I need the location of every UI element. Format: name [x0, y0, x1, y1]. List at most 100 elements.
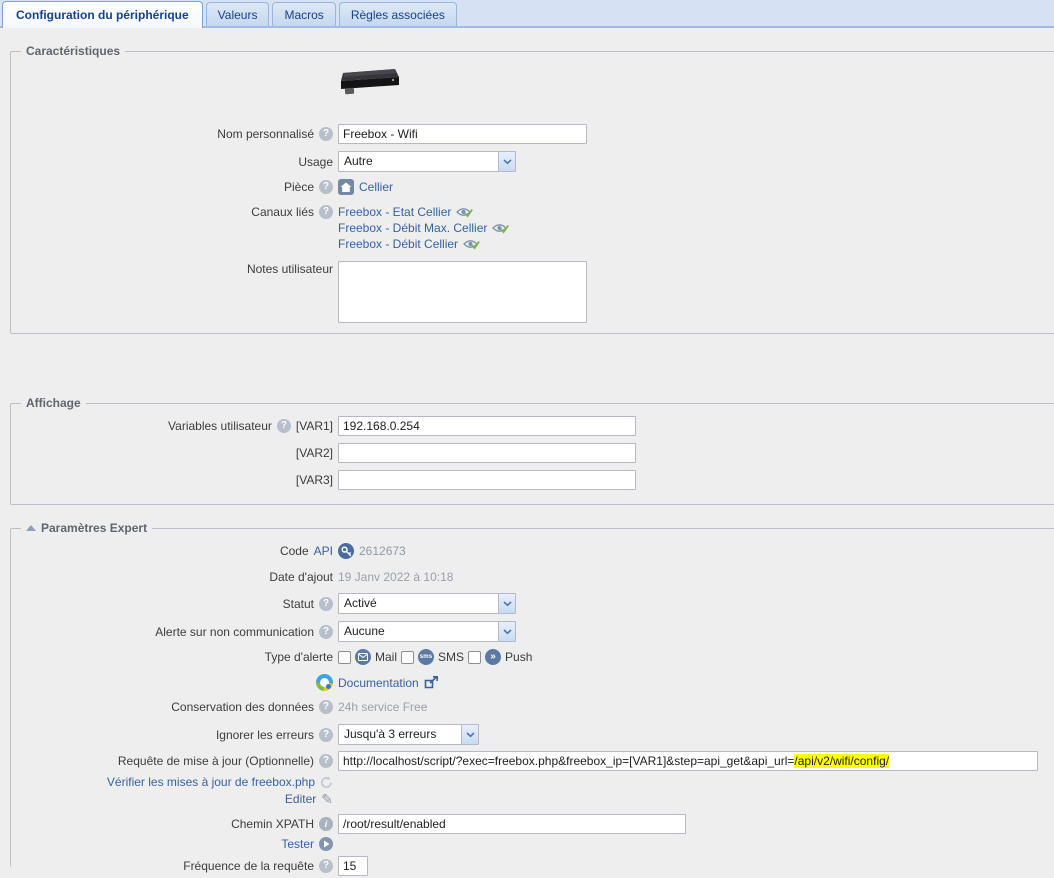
- var1-input[interactable]: [338, 416, 636, 436]
- api-link[interactable]: API: [314, 543, 333, 559]
- row-var1: Variables utilisateur ? [VAR1]: [11, 416, 1054, 436]
- alerte-select[interactable]: Aucune: [338, 621, 516, 642]
- row-date-ajout: Date d'ajout 19 Janv 2022 à 10:18: [11, 569, 1054, 585]
- var3-name: [VAR3]: [296, 472, 333, 488]
- editer-link[interactable]: Editer: [285, 791, 316, 807]
- row-conservation: Conservation des données ? 24h service F…: [11, 699, 1054, 715]
- row-piece: Pièce ? Cellier: [11, 179, 1054, 195]
- var1-name: [VAR1]: [296, 418, 333, 434]
- alert-type-sms-label: SMS: [438, 650, 464, 664]
- push-checkbox[interactable]: [468, 651, 481, 664]
- notes-utilisateur-label: Notes utilisateur: [247, 261, 333, 277]
- statut-select[interactable]: Activé: [338, 593, 516, 614]
- variables-utilisateur-label: Variables utilisateur: [168, 418, 272, 434]
- row-alerte-non-communication: Alerte sur non communication ? Aucune: [11, 621, 1054, 642]
- conservation-label: Conservation des données: [171, 699, 314, 715]
- help-icon[interactable]: ?: [319, 625, 333, 639]
- info-icon[interactable]: i: [319, 817, 333, 831]
- external-link-icon: [424, 676, 438, 689]
- canal-link-etat-cellier[interactable]: Freebox - Etat Cellier: [338, 204, 473, 220]
- row-usage: Usage Autre: [11, 151, 1054, 172]
- row-var2: [VAR2]: [11, 443, 1054, 463]
- notes-utilisateur-textarea[interactable]: [338, 261, 587, 323]
- documentation-link[interactable]: Documentation: [338, 676, 438, 690]
- tab-bar: Configuration du périphérique Valeurs Ma…: [0, 0, 1054, 28]
- ignorer-erreurs-select-value: Jusqu'à 3 erreurs: [339, 725, 461, 744]
- help-icon[interactable]: ?: [319, 754, 333, 768]
- help-icon[interactable]: ?: [319, 597, 333, 611]
- refresh-icon[interactable]: [320, 776, 333, 789]
- chevron-down-icon: [498, 594, 515, 613]
- row-canaux-lies: Canaux liés ? Freebox - Etat Cellier Fre…: [11, 204, 1054, 252]
- canaux-lies-label: Canaux liés: [251, 204, 314, 220]
- play-icon[interactable]: [319, 837, 333, 851]
- alert-type-push-label: Push: [505, 650, 532, 664]
- push-icon: »: [485, 649, 501, 665]
- row-frequence: Fréquence de la requête ?: [11, 856, 1054, 876]
- var2-name: [VAR2]: [296, 445, 333, 461]
- xpath-input[interactable]: /root/result/enabled: [338, 814, 686, 834]
- eye-icon: [463, 238, 480, 250]
- row-statut: Statut ? Activé: [11, 593, 1054, 614]
- sms-checkbox[interactable]: [401, 651, 414, 664]
- piece-link[interactable]: Cellier: [338, 179, 393, 195]
- row-var3: [VAR3]: [11, 470, 1054, 490]
- usage-select-value: Autre: [339, 152, 498, 171]
- row-editer: Editer ✎: [11, 791, 1054, 807]
- ignorer-erreurs-select[interactable]: Jusqu'à 3 erreurs: [338, 724, 479, 745]
- section-affichage: Affichage Variables utilisateur ? [VAR1]…: [10, 396, 1054, 505]
- var2-input[interactable]: [338, 443, 636, 463]
- row-notes-utilisateur: Notes utilisateur: [11, 261, 1054, 323]
- section-caracteristiques-legend: Caractéristiques: [21, 44, 125, 58]
- device-photo: [333, 64, 405, 98]
- section-parametres-expert-legend[interactable]: Paramètres Expert: [21, 521, 152, 535]
- tab-macros[interactable]: Macros: [272, 2, 335, 26]
- pencil-icon[interactable]: ✎: [321, 792, 333, 806]
- row-requete-mise-a-jour: Requête de mise à jour (Optionnelle) ? h…: [11, 751, 1054, 771]
- usage-select[interactable]: Autre: [338, 151, 516, 172]
- statut-label: Statut: [283, 596, 314, 612]
- row-ignorer-erreurs: Ignorer les erreurs ? Jusqu'à 3 erreurs: [11, 724, 1054, 745]
- tester-link[interactable]: Tester: [281, 836, 314, 852]
- help-icon[interactable]: ?: [319, 205, 333, 219]
- chevron-down-icon: [461, 725, 478, 744]
- chevron-down-icon: [498, 622, 515, 641]
- frequence-input[interactable]: [338, 856, 368, 876]
- piece-link-label: Cellier: [359, 180, 393, 194]
- help-icon[interactable]: ?: [319, 127, 333, 141]
- row-chemin-xpath: Chemin XPATH i /root/result/enabled: [11, 814, 1054, 834]
- eye-icon: [492, 222, 509, 234]
- help-icon[interactable]: ?: [319, 859, 333, 873]
- help-icon[interactable]: ?: [319, 728, 333, 742]
- nom-personnalise-label: Nom personnalisé: [217, 126, 314, 142]
- tab-valeurs[interactable]: Valeurs: [206, 2, 270, 26]
- piece-label: Pièce: [284, 179, 314, 195]
- row-nom-personnalise: Nom personnalisé ?: [11, 124, 1054, 144]
- tab-regles-associees[interactable]: Règles associées: [339, 2, 457, 26]
- requete-url-input[interactable]: http://localhost/script/?exec=freebox.ph…: [338, 751, 1038, 771]
- canal-link-debit-cellier[interactable]: Freebox - Débit Cellier: [338, 236, 480, 252]
- tab-configuration[interactable]: Configuration du périphérique: [2, 1, 203, 28]
- canal-link-label: Freebox - Etat Cellier: [338, 204, 451, 220]
- conservation-value: 24h service Free: [338, 700, 427, 714]
- sms-icon: sms: [418, 649, 434, 665]
- help-icon[interactable]: ?: [319, 180, 333, 194]
- help-icon[interactable]: ?: [319, 700, 333, 714]
- section-caracteristiques: Caractéristiques Nom personnalisé ? Usag…: [10, 44, 1054, 334]
- type-alerte-label: Type d'alerte: [265, 649, 333, 665]
- var3-input[interactable]: [338, 470, 636, 490]
- mail-checkbox[interactable]: [338, 651, 351, 664]
- parametres-expert-legend-label: Paramètres Expert: [41, 521, 147, 535]
- xpath-value: /root/result/enabled: [343, 817, 446, 831]
- ignorer-erreurs-label: Ignorer les erreurs: [216, 727, 314, 743]
- nom-personnalise-input[interactable]: [338, 124, 587, 144]
- verifier-maj-link[interactable]: Vérifier les mises à jour de freebox.php: [107, 774, 315, 790]
- canal-link-debit-max-cellier[interactable]: Freebox - Débit Max. Cellier: [338, 220, 509, 236]
- collapse-arrow-icon[interactable]: [26, 525, 36, 531]
- help-icon[interactable]: ?: [277, 419, 291, 433]
- statut-select-value: Activé: [339, 594, 498, 613]
- section-parametres-expert: Paramètres Expert Code API 2612673 Date …: [10, 521, 1054, 867]
- row-code-api: Code API 2612673: [11, 543, 1054, 559]
- alert-type-mail-label: Mail: [375, 650, 397, 664]
- row-tester: Tester: [11, 836, 1054, 852]
